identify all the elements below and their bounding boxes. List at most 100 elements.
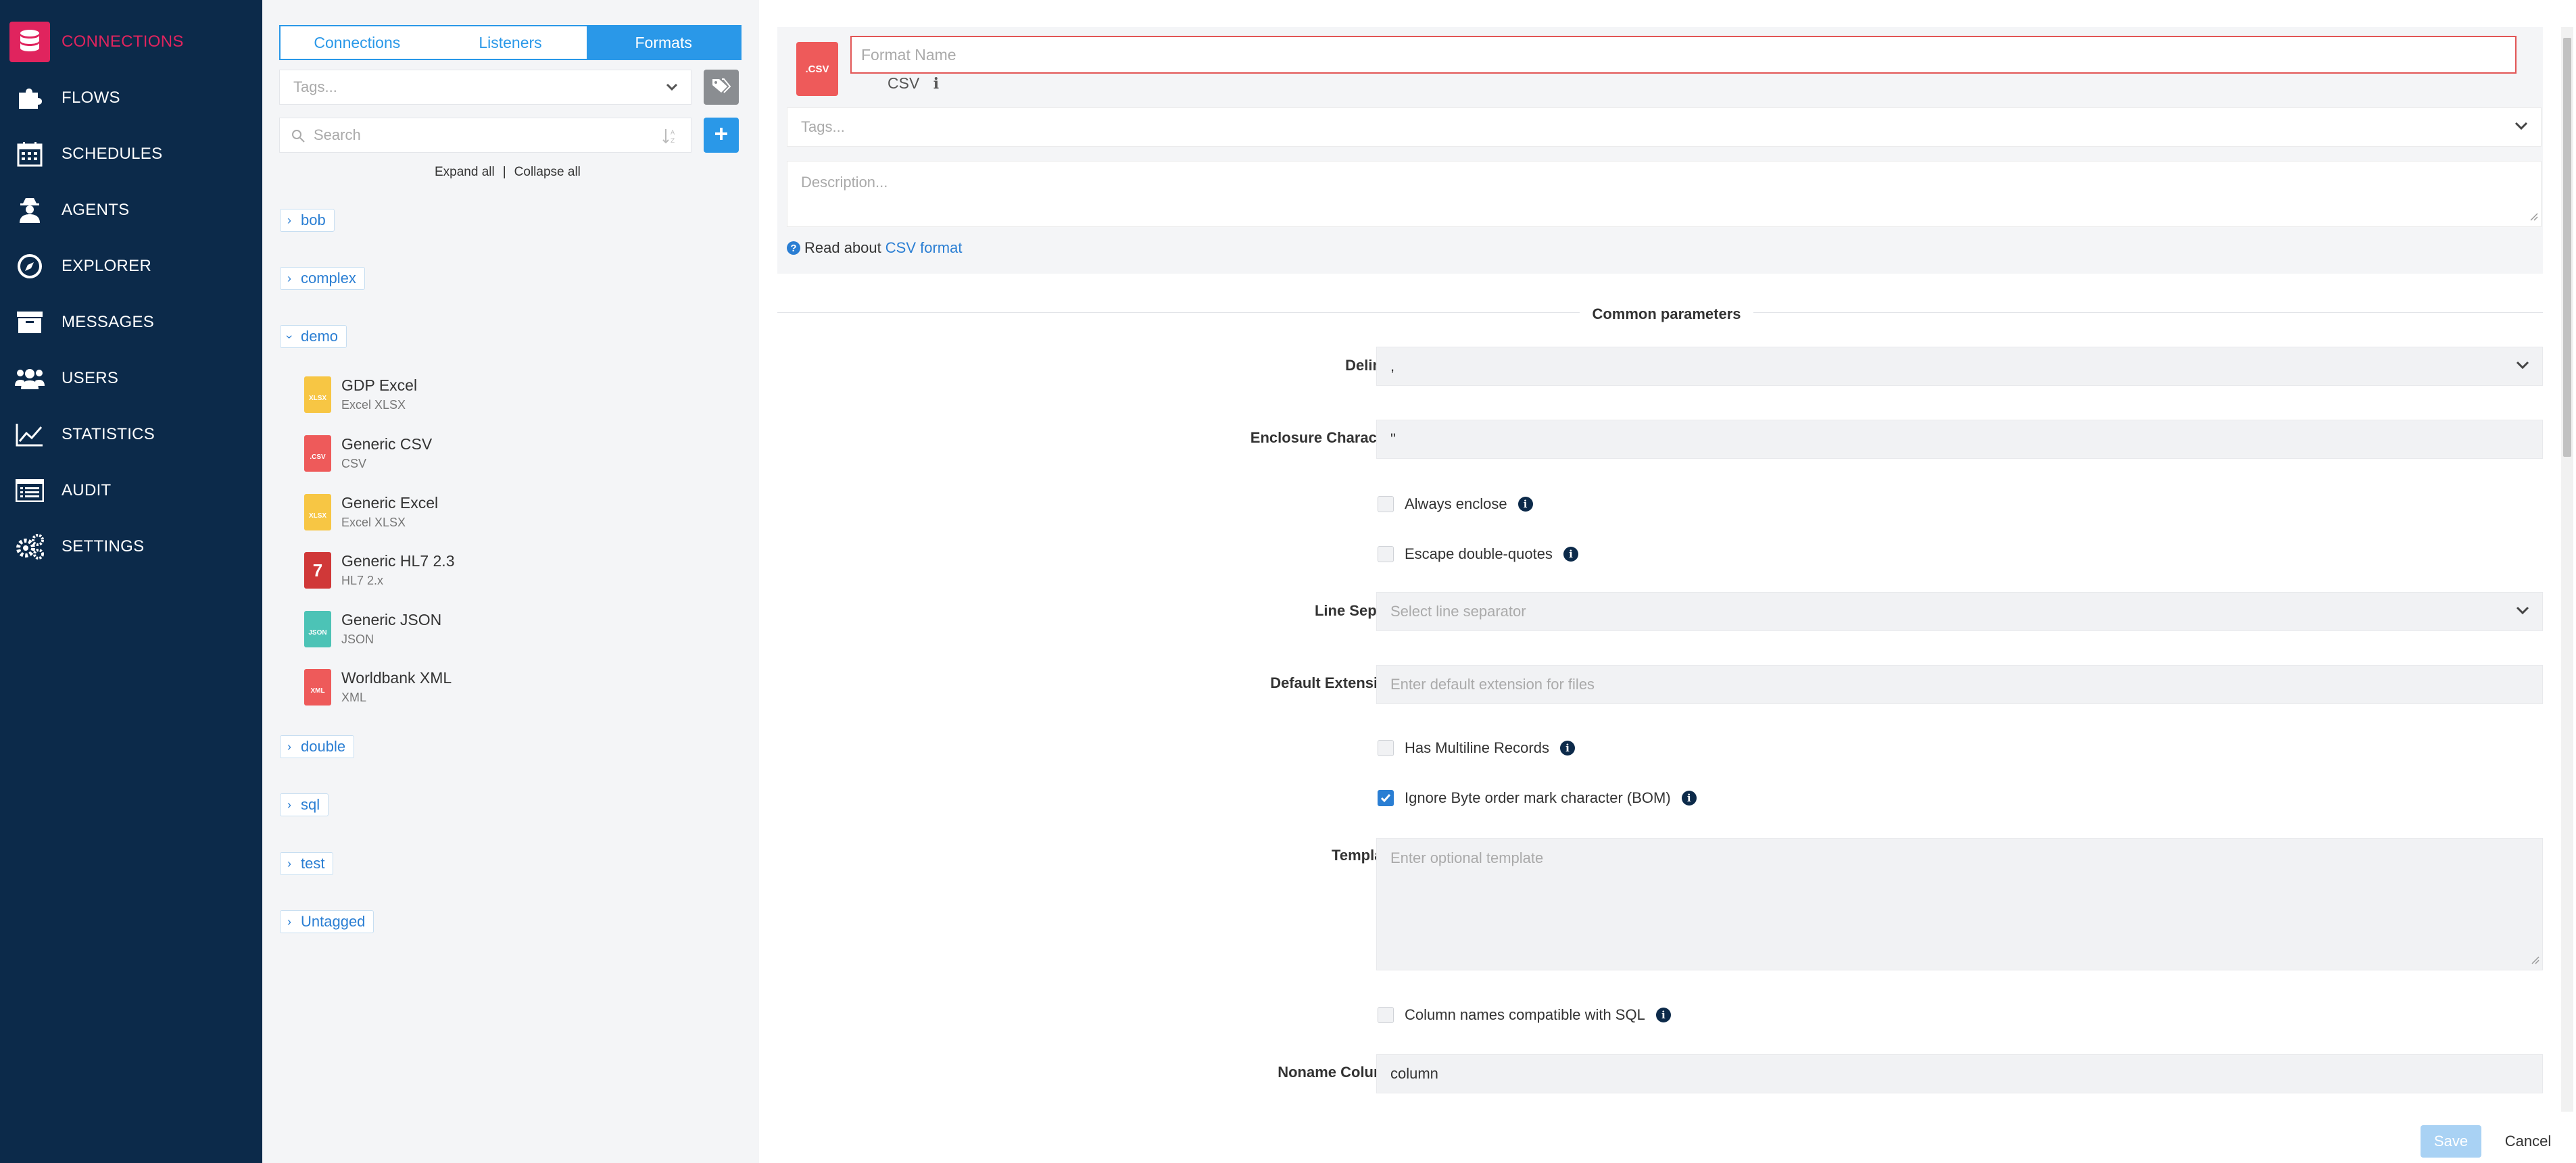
separator: | [502, 165, 506, 179]
info-icon[interactable]: i [1655, 1008, 1671, 1022]
tag-filter-button[interactable] [704, 70, 739, 105]
cancel-button[interactable]: Cancel [2494, 1125, 2562, 1158]
format-item-subtitle: Excel XLSX [341, 398, 406, 412]
folder-sql[interactable]: › sql [280, 793, 329, 816]
tags-select[interactable]: Tags... [787, 107, 2542, 147]
search-icon [291, 128, 306, 147]
noname-column-value: column [1390, 1065, 1438, 1082]
line-separator-select[interactable]: Select line separator [1376, 592, 2543, 631]
question-icon: ? [787, 241, 800, 255]
expand-all-link[interactable]: Expand all [435, 165, 495, 180]
sql-compat-row: Column names compatible with SQL i [1378, 1006, 1671, 1024]
tab-listeners[interactable]: Listeners [434, 26, 587, 59]
bom-label: Ignore Byte order mark character (BOM) [1405, 789, 1671, 806]
expand-collapse-controls: Expand all | Collapse all [435, 165, 581, 180]
nav-item-users[interactable]: USERS [0, 351, 262, 406]
json-file-icon: JSON [304, 611, 331, 647]
hl7-file-icon: 7 [304, 552, 331, 589]
format-item-title: Generic CSV [341, 435, 433, 453]
read-about-row: ? Read about CSV format [787, 239, 962, 257]
resize-handle-icon[interactable] [2529, 207, 2538, 225]
folder-complex[interactable]: › complex [280, 267, 365, 290]
always-enclose-row: Always enclose i [1378, 495, 1533, 513]
tab-bar: Connections Listeners Formats [279, 25, 742, 60]
folder-bob[interactable]: › bob [280, 209, 335, 232]
nav-item-connections[interactable]: CONNECTIONS [0, 14, 262, 70]
sql-compat-checkbox[interactable] [1378, 1007, 1394, 1023]
nav-label: SCHEDULES [62, 145, 163, 163]
folder-double[interactable]: › double [280, 735, 355, 758]
format-list-panel: Connections Listeners Formats Tags... Se… [262, 0, 759, 1163]
search-input[interactable]: Search AZ [279, 118, 691, 153]
nav-item-statistics[interactable]: STATISTICS [0, 407, 262, 462]
noname-column-input[interactable]: column [1376, 1054, 2543, 1093]
format-item-generic-csv[interactable]: .CSV Generic CSV CSV [304, 431, 710, 484]
nav-item-explorer[interactable]: EXPLORER [0, 239, 262, 294]
nav-item-flows[interactable]: FLOWS [0, 70, 262, 126]
calendar-icon [9, 134, 50, 174]
folder-untagged[interactable]: › Untagged [280, 910, 374, 933]
format-name-input[interactable]: Format Name [850, 36, 2517, 74]
chevron-down-icon [2515, 357, 2530, 376]
format-editor: .CSV Format Name CSV i Tags... Descripti… [759, 0, 2576, 1163]
check-icon [1380, 794, 1391, 803]
format-item-gdp-excel[interactable]: XLSX GDP Excel Excel XLSX [304, 372, 710, 425]
format-item-title: Worldbank XML [341, 669, 452, 687]
format-item-worldbank-xml[interactable]: XML Worldbank XML XML [304, 665, 710, 718]
info-icon[interactable]: i [1563, 547, 1578, 562]
format-item-generic-hl7[interactable]: 7 Generic HL7 2.3 HL7 2.x [304, 548, 710, 601]
nav-label: USERS [62, 369, 119, 387]
description-textarea[interactable]: Description... [787, 161, 2542, 227]
tags-filter-select[interactable]: Tags... [279, 70, 691, 105]
csv-format-link[interactable]: CSV format [885, 239, 963, 257]
search-placeholder: Search [314, 126, 361, 143]
tab-formats[interactable]: Formats [587, 26, 741, 59]
nav-label: STATISTICS [62, 425, 155, 443]
default-extension-placeholder: Enter default extension for files [1390, 676, 1595, 693]
delimiter-select[interactable]: , [1376, 347, 2543, 386]
folder-label: demo [301, 328, 339, 345]
nav-label: AGENTS [62, 201, 130, 219]
chevron-right-icon: › [287, 914, 291, 929]
chevron-right-icon: › [287, 856, 291, 870]
chevron-down-icon [665, 80, 679, 97]
chevron-right-icon: › [287, 271, 291, 285]
always-enclose-checkbox[interactable] [1378, 496, 1394, 512]
sort-icon[interactable]: AZ [662, 128, 677, 148]
info-icon[interactable]: i [933, 75, 939, 93]
bom-checkbox[interactable] [1378, 790, 1394, 806]
xlsx-file-icon: XLSX [304, 494, 331, 530]
folder-demo[interactable]: › demo [280, 325, 347, 348]
default-extension-input[interactable]: Enter default extension for files [1376, 665, 2543, 704]
nav-item-settings[interactable]: SETTINGS [0, 519, 262, 574]
svg-text:A: A [671, 130, 675, 137]
tab-connections[interactable]: Connections [281, 26, 434, 59]
format-item-generic-excel[interactable]: XLSX Generic Excel Excel XLSX [304, 490, 710, 543]
folder-test[interactable]: › test [280, 852, 334, 875]
escape-quotes-row: Escape double-quotes i [1378, 545, 1578, 563]
template-textarea[interactable]: Enter optional template [1376, 838, 2543, 970]
save-button[interactable]: Save [2421, 1125, 2481, 1158]
info-icon[interactable]: i [1681, 791, 1697, 806]
nav-item-audit[interactable]: AUDIT [0, 463, 262, 518]
folder-label: complex [301, 270, 356, 287]
nav-item-schedules[interactable]: SCHEDULES [0, 126, 262, 182]
scrollbar-thumb[interactable] [2563, 38, 2571, 457]
multiline-checkbox[interactable] [1378, 740, 1394, 756]
resize-handle-icon[interactable] [2530, 951, 2539, 968]
description-placeholder: Description... [801, 174, 888, 191]
nav-item-agents[interactable]: AGENTS [0, 182, 262, 238]
collapse-all-link[interactable]: Collapse all [514, 165, 581, 180]
format-item-generic-json[interactable]: JSON Generic JSON JSON [304, 607, 710, 660]
format-item-subtitle: JSON [341, 633, 374, 646]
add-format-button[interactable] [704, 118, 739, 153]
enclosure-input[interactable]: " [1376, 420, 2543, 459]
info-icon[interactable]: i [1517, 497, 1533, 512]
nav-label: CONNECTIONS [62, 32, 184, 51]
nav-item-messages[interactable]: MESSAGES [0, 295, 262, 350]
escape-quotes-checkbox[interactable] [1378, 546, 1394, 562]
chevron-right-icon: › [287, 797, 291, 812]
gears-icon [9, 526, 50, 567]
info-icon[interactable]: i [1559, 741, 1575, 756]
folder-label: double [301, 738, 346, 755]
